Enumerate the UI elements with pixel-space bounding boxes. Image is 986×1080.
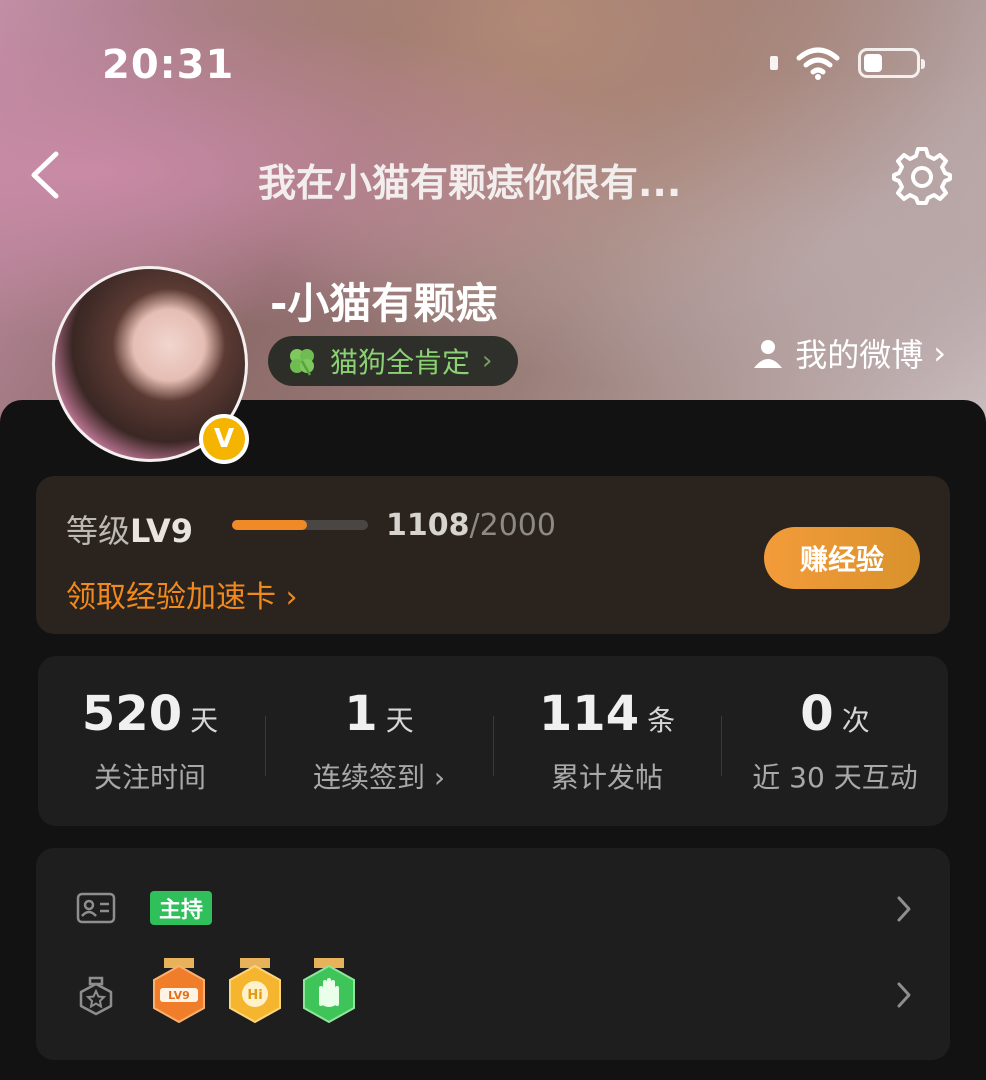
back-icon[interactable] [26,148,66,202]
chevron-right-icon[interactable] [894,980,914,1010]
medal-icon [79,976,113,1016]
level-value: LV9 [130,512,194,550]
level-label: 等级LV9 [66,506,193,552]
username: -小猫有颗痣 [270,279,498,328]
level-prefix: 等级 [66,512,131,550]
signal-icon [770,56,778,70]
lv9-medal-icon[interactable]: LV9 [150,958,208,1028]
id-card-icon [76,892,116,924]
exp-accelerator-link[interactable]: 领取经验加速卡 › [66,572,298,616]
svg-text:Hi: Hi [247,988,262,1003]
stat-value: 520 [81,686,183,742]
stat-label: 连续签到 › [312,761,446,794]
host-role-tag: 主持 [150,891,212,925]
exp-progress-text: 1108/2000 [386,508,556,543]
fan-group-tag[interactable]: 猫狗全肯定 › [268,336,519,386]
hand-medal-icon[interactable] [300,958,358,1028]
stat-unit: 天 [190,704,219,737]
stat-label: 近 30 天互动 [752,761,918,794]
hi-medal-icon[interactable]: Hi [226,958,284,1028]
svg-text:LV9: LV9 [168,989,190,1002]
person-icon [754,340,783,368]
stat-unit: 次 [841,704,870,737]
stat-total-posts: 114 条 累计发帖 [493,686,721,796]
wifi-icon [796,47,840,80]
page-title: 我在小猫有颗痣你很有... [258,161,682,205]
my-weibo-link[interactable]: 我的微博 › [751,330,946,376]
chevron-right-icon: › [482,346,493,376]
chevron-right-icon: › [933,334,946,372]
verified-badge-icon: V [199,414,249,464]
earn-exp-button[interactable]: 赚经验 [764,527,920,589]
battery-icon [858,48,925,78]
exp-progress-fill [232,520,307,530]
stat-label: 关注时间 [93,761,206,794]
stat-value: 1 [344,686,378,742]
stat-unit: 条 [647,704,676,737]
fan-group-label: 猫狗全肯定 [330,346,471,379]
chevron-right-icon[interactable] [894,894,914,924]
stat-value: 114 [538,686,640,742]
status-time: 20:31 [102,42,235,88]
stat-label: 累计发帖 [550,761,663,794]
clover-icon [290,349,314,376]
stat-checkin-streak[interactable]: 1天 连续签到 › [265,686,493,796]
identity-medals-card [36,848,950,1060]
stat-follow-days: 520 天 关注时间 [36,686,264,796]
stat-value: 0 [800,686,834,742]
current-exp: 1108 [386,508,470,543]
gear-icon[interactable] [892,145,952,205]
status-icons [770,46,925,80]
max-exp: /2000 [469,508,556,543]
exp-progress-bar [232,520,368,530]
stat-unit: 天 [385,704,414,737]
stat-interactions-30d: 0次 近 30 天互动 [721,686,949,796]
my-weibo-label: 我的微博 [795,336,924,374]
